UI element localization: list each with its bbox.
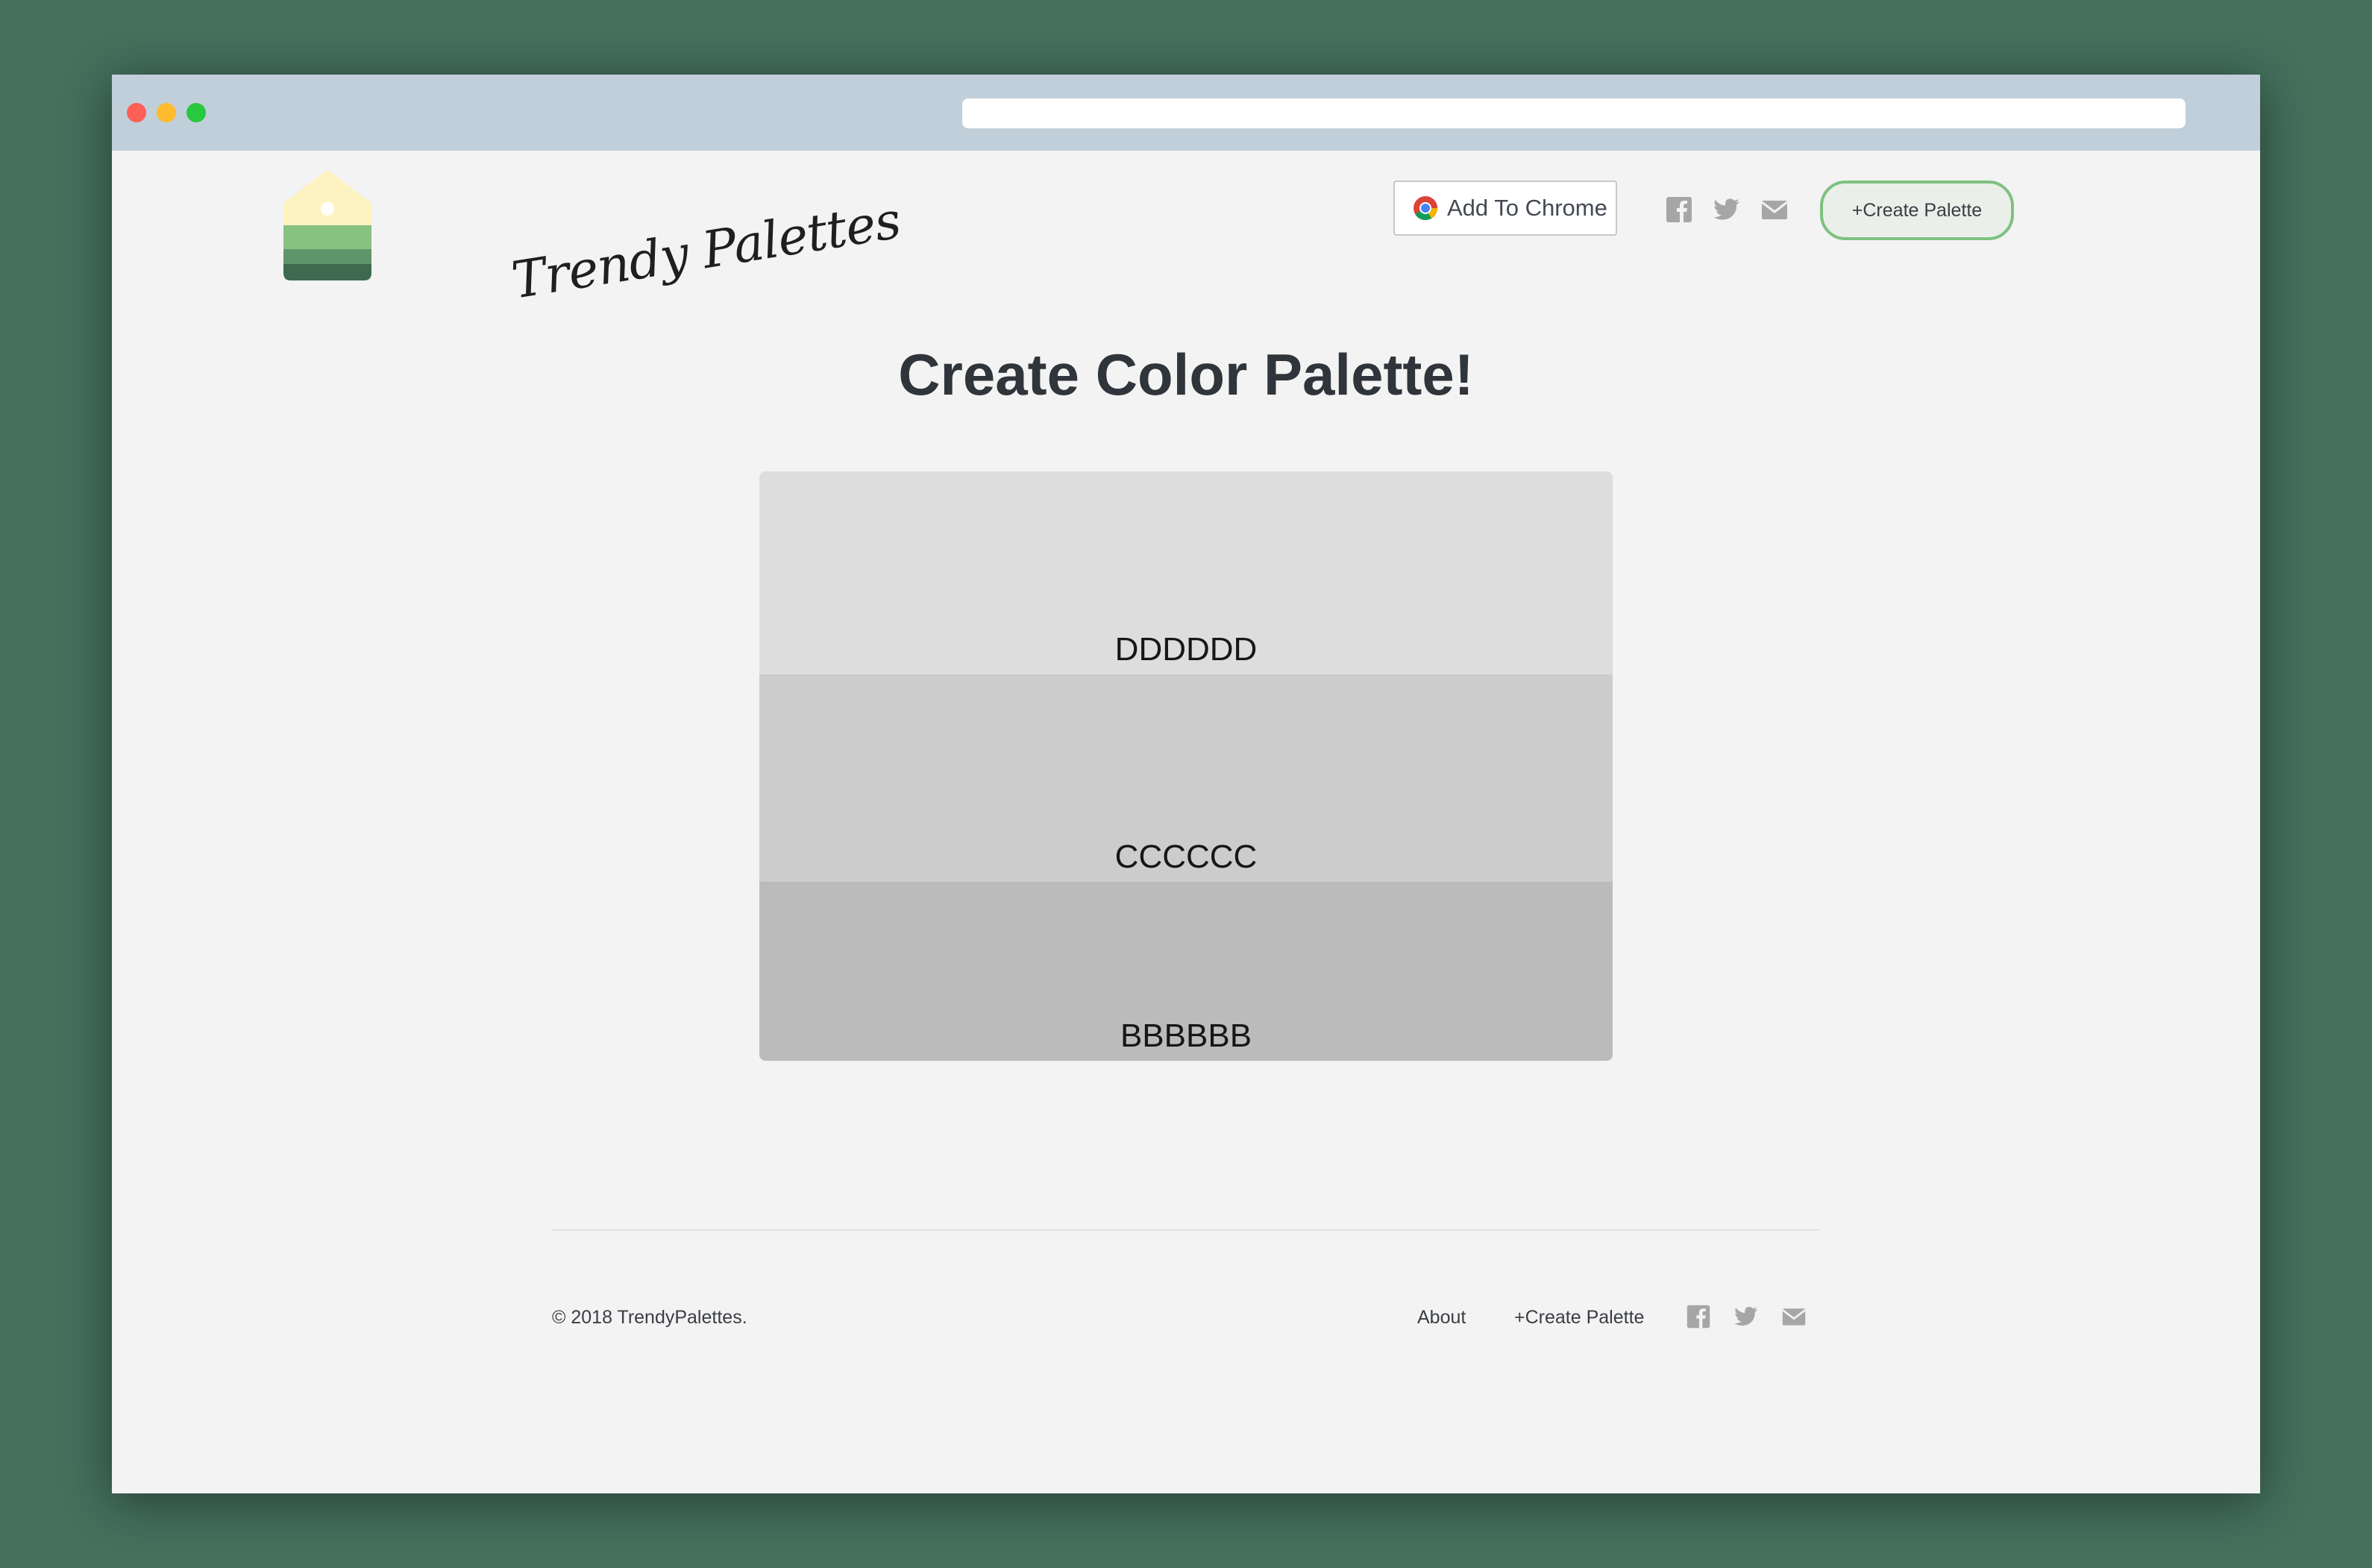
mail-icon[interactable]: [1781, 1304, 1807, 1329]
copyright-text: © 2018 TrendyPalettes.: [552, 1307, 747, 1328]
swatch-hex-label-2: CCCCCC: [1114, 838, 1258, 875]
color-swatch-1[interactable]: DDDDDD: [759, 471, 1613, 674]
page-title: Create Color Palette!: [898, 342, 1474, 407]
address-bar[interactable]: [962, 98, 2186, 128]
swatch-hex-label-1: DDDDDD: [1114, 631, 1258, 668]
twitter-icon[interactable]: [1733, 1304, 1759, 1329]
browser-window: Trendy Palettes Add To Chrome +Create Pa…: [112, 75, 2260, 1493]
brand-wordmark[interactable]: Trendy Palettes: [508, 191, 904, 319]
close-window-button[interactable]: [127, 103, 146, 122]
facebook-icon[interactable]: [1686, 1304, 1711, 1329]
footer-divider: [552, 1229, 1820, 1231]
maximize-window-button[interactable]: [186, 103, 206, 122]
minimize-window-button[interactable]: [157, 103, 176, 122]
facebook-icon[interactable]: [1665, 195, 1693, 224]
color-swatch-3[interactable]: BBBBBB: [759, 882, 1613, 1061]
chrome-icon: [1414, 196, 1437, 221]
twitter-icon[interactable]: [1713, 195, 1741, 224]
color-swatch-2[interactable]: CCCCCC: [759, 674, 1613, 882]
color-palette: DDDDDD CCCCCC BBBBBB: [759, 471, 1613, 1061]
mail-icon[interactable]: [1760, 195, 1789, 224]
trendy-palettes-logo-icon[interactable]: [283, 170, 371, 280]
footer-link-about[interactable]: About: [1417, 1307, 1466, 1329]
browser-titlebar: [112, 75, 2260, 151]
create-palette-button[interactable]: +Create Palette: [1820, 181, 2014, 240]
footer-link-create-palette[interactable]: +Create Palette: [1514, 1307, 1644, 1329]
add-to-chrome-button[interactable]: Add To Chrome: [1393, 181, 1617, 236]
add-to-chrome-label: Add To Chrome: [1447, 195, 1607, 221]
swatch-hex-label-3: BBBBBB: [1120, 1017, 1252, 1054]
